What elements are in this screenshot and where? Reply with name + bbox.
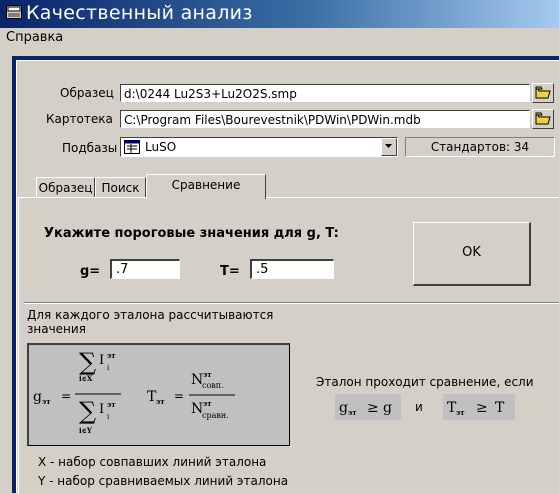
subbase-value: LuSO — [145, 140, 177, 154]
svg-text:эт: эт — [203, 399, 212, 408]
svg-text:эт: эт — [107, 400, 116, 409]
condition-g: g эт ≥ g — [335, 394, 401, 420]
svg-text:T: T — [495, 400, 505, 416]
svg-text:i: i — [107, 413, 110, 421]
svg-text:эт: эт — [203, 370, 212, 379]
sample-label: Образец — [60, 86, 114, 100]
title-bar: Качественный анализ — [0, 0, 559, 28]
formula-image: g эт = ∑ I эт i i∈X ∑ I эт i i∈Y T эт = … — [27, 343, 290, 446]
window-app-icon — [6, 5, 22, 19]
g-sup: эт — [42, 397, 51, 406]
separator-highlight — [24, 303, 559, 304]
chevron-down-icon — [385, 144, 392, 148]
and-text: и — [415, 400, 423, 414]
catalog-browse-button[interactable] — [532, 109, 554, 129]
legend-x: X - набор совпавших линий эталона — [38, 455, 267, 469]
tab-comparison[interactable]: Сравнение — [146, 174, 266, 199]
svg-text:I: I — [99, 353, 104, 368]
svg-text:эт: эт — [456, 408, 465, 417]
window-title: Качественный анализ — [26, 2, 253, 24]
tab-sample[interactable]: Образец — [36, 177, 95, 199]
tab-search[interactable]: Поиск — [95, 177, 146, 199]
svg-text:∑: ∑ — [79, 397, 96, 425]
svg-text:эт: эт — [156, 397, 165, 406]
svg-text:совп.: совп. — [202, 381, 224, 390]
svg-text:сравн.: сравн. — [202, 411, 229, 420]
t-input[interactable]: .5 — [250, 259, 334, 279]
svg-text:∑: ∑ — [79, 348, 96, 376]
svg-text:≥: ≥ — [367, 400, 379, 416]
g-label: g= — [80, 264, 101, 279]
threshold-prompt: Укажите пороговые значения для g, T: — [44, 226, 339, 241]
subbase-dropdown-button[interactable] — [381, 138, 397, 156]
svg-text:i: i — [107, 364, 110, 372]
menu-help[interactable]: Справка — [6, 30, 63, 45]
subbase-label: Подбазы — [62, 141, 118, 155]
sample-browse-button[interactable] — [532, 83, 554, 103]
svg-text:≥: ≥ — [476, 400, 488, 416]
g-symbol: g — [33, 389, 42, 405]
condition-t: T эт ≥ T — [443, 394, 515, 420]
svg-text:i∈Y: i∈Y — [79, 426, 93, 435]
t-label: T= — [220, 264, 240, 279]
svg-text:i∈X: i∈X — [79, 374, 93, 383]
svg-text:g: g — [383, 400, 392, 416]
sample-path-field[interactable]: d:\0244 Lu2S3+Lu2O2S.smp — [120, 84, 530, 102]
database-icon — [124, 140, 140, 154]
description-text: Для каждого эталона рассчитываются значе… — [27, 308, 274, 336]
svg-text:=: = — [61, 389, 71, 403]
svg-text:=: = — [174, 389, 184, 403]
folder-open-icon — [535, 86, 551, 99]
pass-condition-text: Эталон проходит сравнение, если — [316, 375, 534, 389]
svg-text:I: I — [99, 402, 104, 417]
catalog-path-field[interactable]: C:\Program Files\Bourevestnik\PDWin\PDWi… — [120, 110, 530, 128]
svg-text:эт: эт — [348, 408, 357, 417]
ok-button[interactable]: OK — [413, 222, 531, 286]
svg-text:g: g — [339, 400, 348, 416]
legend-y: Y - набор сравниваемых линий эталона — [38, 474, 289, 488]
catalog-label: Картотека — [46, 112, 113, 126]
folder-open-icon — [535, 112, 551, 125]
standards-count: Стандартов: 34 — [405, 137, 555, 157]
subbase-select[interactable]: LuSO — [120, 137, 398, 157]
g-input[interactable]: .7 — [110, 259, 180, 279]
svg-text:эт: эт — [107, 351, 116, 360]
menu-bar: Справка — [0, 28, 559, 48]
